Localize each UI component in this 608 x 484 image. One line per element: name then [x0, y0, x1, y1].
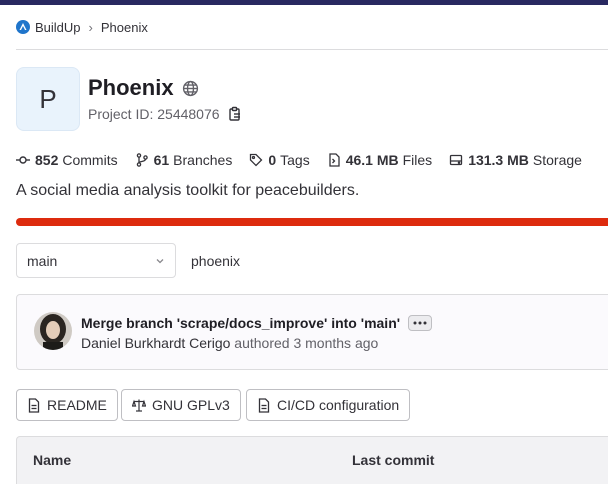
files-stat[interactable]: 46.1 MB Files: [327, 152, 432, 168]
project-stats: 852 Commits 61 Branches 0 Tags 46.1 MB Files…: [16, 151, 599, 169]
project-id: Project ID: 25448076: [88, 106, 242, 122]
storage-label: Storage: [532, 152, 582, 168]
breadcrumb-project-link[interactable]: Phoenix: [101, 20, 148, 35]
scale-icon: [132, 398, 146, 413]
branches-count: 61: [153, 152, 170, 168]
repo-path-link[interactable]: phoenix: [191, 253, 240, 269]
project-title: Phoenix: [88, 75, 199, 101]
language-bar[interactable]: [16, 218, 608, 226]
files-size: 46.1 MB: [345, 152, 399, 168]
file-table-header: [16, 436, 608, 484]
file-icon: [327, 153, 341, 167]
commit-author-link[interactable]: Daniel Burkhardt Cerigo: [81, 335, 230, 351]
files-label: Files: [402, 152, 433, 168]
branch-icon: [135, 153, 149, 167]
project-description: A social media analysis toolkit for peac…: [16, 182, 360, 199]
commit-icon: [16, 153, 30, 167]
branch-selector[interactable]: main: [16, 243, 176, 278]
breadcrumb-group-link[interactable]: BuildUp: [35, 20, 81, 35]
copy-icon[interactable]: [228, 106, 242, 122]
commit-title: Merge branch 'scrape/docs_improve' into …: [81, 315, 433, 331]
project-id-text: Project ID: 25448076: [88, 106, 220, 122]
commits-count: 852: [35, 152, 59, 168]
readme-label: README: [47, 397, 107, 413]
branch-name: main: [27, 252, 58, 269]
license-button[interactable]: GNU GPLv3: [121, 389, 241, 421]
tag-icon: [249, 153, 263, 167]
project-avatar-letter: P: [39, 83, 57, 114]
storage-stat[interactable]: 131.3 MB Storage: [449, 152, 582, 168]
cicd-config-button[interactable]: CI/CD configuration: [246, 389, 411, 421]
commit-message-link[interactable]: Merge branch 'scrape/docs_improve' into …: [81, 315, 400, 331]
commit-verb: authored: [234, 335, 290, 351]
author-avatar[interactable]: [34, 312, 72, 350]
chevron-down-icon: [155, 256, 165, 266]
cicd-label: CI/CD configuration: [277, 397, 400, 413]
branches-stat[interactable]: 61 Branches: [135, 152, 233, 168]
commits-label: Commits: [62, 152, 118, 168]
file-text-icon: [257, 397, 271, 413]
gitlab-logo-icon: [16, 20, 30, 34]
top-navbar: [0, 0, 608, 5]
storage-size: 131.3 MB: [468, 152, 529, 168]
column-header-name: Name: [33, 452, 72, 468]
divider: [16, 49, 608, 50]
project-name: Phoenix: [88, 75, 174, 100]
commit-time: 3 months ago: [293, 335, 379, 351]
breadcrumb: BuildUp › Phoenix: [16, 17, 148, 37]
globe-icon: [182, 80, 199, 97]
readme-button[interactable]: README: [16, 389, 118, 421]
chevron-right-icon: ›: [88, 19, 93, 35]
disk-icon: [449, 153, 463, 167]
ellipsis-icon[interactable]: [408, 315, 433, 331]
tags-count: 0: [268, 152, 277, 168]
column-header-last-commit: Last commit: [352, 452, 435, 468]
commit-meta: Daniel Burkhardt Cerigo authored 3 month…: [81, 335, 378, 351]
branches-label: Branches: [173, 152, 233, 168]
last-commit-panel: [16, 294, 608, 370]
license-label: GNU GPLv3: [152, 397, 230, 413]
project-avatar: P: [16, 67, 80, 131]
tags-label: Tags: [280, 152, 310, 168]
file-text-icon: [27, 397, 41, 413]
tags-stat[interactable]: 0 Tags: [249, 152, 310, 168]
commits-stat[interactable]: 852 Commits: [16, 152, 118, 168]
